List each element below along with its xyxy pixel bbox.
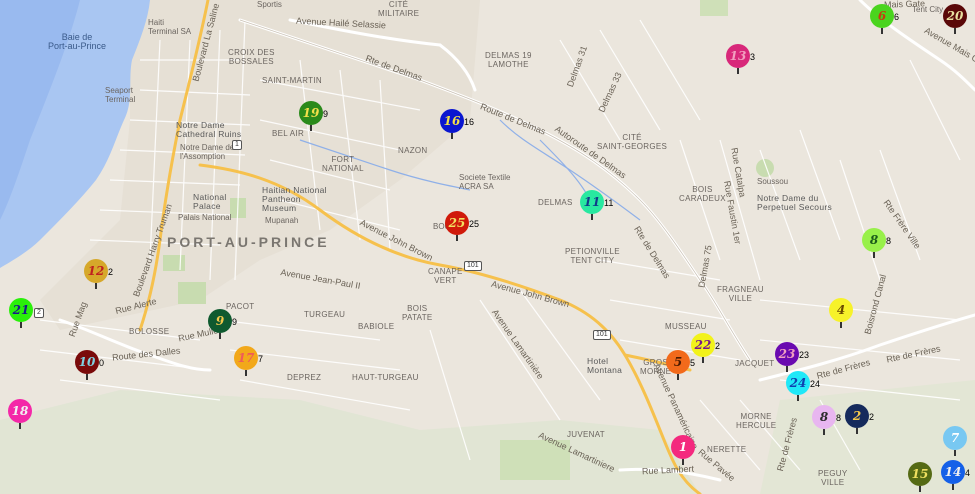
marker-count-label: 8 [836,413,842,423]
marker-count-label: 4 [965,468,971,478]
label-notre-dame-perp: Notre Dame du Perpetuel Secours [757,193,833,212]
label-pacot: PACOT [226,302,255,311]
marker-count-label: 25 [469,219,480,229]
label-canape-vert: CANAPE VERT [428,267,463,285]
map-marker-22[interactable]: 22 [691,333,715,363]
map-marker-9[interactable]: 9 [208,309,232,339]
map-marker-8[interactable]: 8 [862,228,886,258]
label-port-au-prince: PORT-AU-PRINCE [167,234,330,250]
map-marker-7[interactable]: 7 [943,426,967,456]
label-jacquet: JACQUET [735,359,775,368]
route-shield-2: 2 [34,308,44,318]
label-hotel-montana: Hotel Montana [587,356,623,375]
label-haiti-terminal: Haiti Terminal SA [148,18,192,36]
map-marker-25[interactable]: 25 [445,211,469,241]
map-marker-20[interactable]: 20 [943,4,967,34]
label-notre-dame-ass: Notre Dame de l'Assomption [180,143,235,161]
route-shield-101b: 101 [593,330,611,340]
label-musseau: MUSSEAU [665,322,707,331]
marker-count-label: 0 [99,358,105,368]
map-marker-2[interactable]: 2 [845,404,869,434]
route-shield-101a: 101 [464,261,482,271]
map-canvas[interactable]: Baie de Port-au-Prince Haiti Terminal SA S… [0,0,975,494]
label-peguy-ville: PEGUY VILLE [818,469,848,487]
label-cite-st-georges: CITÉ SAINT-GEORGES [597,133,668,151]
map-marker-11[interactable]: 11 [580,190,604,220]
marker-count-label: 5 [690,358,696,368]
map-marker-4[interactable]: 4 [829,298,853,328]
label-bois-caradeux: BOIS CARADEUX [679,185,726,203]
label-bolosse: BOLOSSE [129,327,170,336]
label-saint-martin: SAINT-MARTIN [262,76,322,85]
marker-count-label: 2 [869,412,875,422]
map-marker-6[interactable]: 6 [870,4,894,34]
label-juvenat: JUVENAT [567,430,605,439]
map-marker-13[interactable]: 13 [726,44,750,74]
marker-count-label: 23 [799,350,810,360]
marker-count-label: 6 [894,12,900,22]
map-marker-19[interactable]: 19 [299,101,323,131]
label-fragneau: FRAGNEAU VILLE [717,285,764,303]
label-nazon: NAZON [398,146,428,155]
label-mupanah: Mupanah [265,216,299,225]
label-deprez: DEPREZ [287,373,322,382]
label-notre-dame: Notre Dame Cathedral Ruins [176,120,242,139]
label-seaport: Seaport Terminal [105,86,136,104]
label-cite-militaire: CITÉ MILITAIRE [378,0,420,18]
map-marker-8[interactable]: 8 [812,405,836,435]
map-marker-10[interactable]: 10 [75,350,99,380]
label-nerette: NERETTE [707,445,747,454]
map-marker-1[interactable]: 1 [671,435,695,465]
label-morne-hercule: MORNE HERCULE [736,412,777,430]
marker-count-label: 3 [750,52,756,62]
route-shield-1: 1 [232,140,242,150]
map-marker-16[interactable]: 16 [440,109,464,139]
label-haut-turgeau: HAUT-TURGEAU [352,373,419,382]
marker-count-label: 2 [715,341,721,351]
label-sportis: Sportis [257,0,282,9]
map-marker-5[interactable]: 5 [666,350,690,380]
map-marker-12[interactable]: 12 [84,259,108,289]
label-pantheon: Haitian National Pantheon Museum [262,185,327,213]
map-marker-17[interactable]: 17 [234,346,258,376]
marker-count-label: 24 [810,379,821,389]
label-societe: Societe Textile ACRA SA [459,173,511,191]
map-marker-21[interactable]: 21 [9,298,33,328]
label-babiole: BABIOLE [358,322,395,331]
map-marker-18[interactable]: 18 [8,399,32,429]
label-palais-national: Palais National [178,213,232,222]
marker-count-label: 16 [464,117,475,127]
marker-count-label: 8 [886,236,892,246]
map-marker-23[interactable]: 23 [775,342,799,372]
label-petionville: PETIONVILLE TENT CITY [565,247,620,265]
label-turgeau: TURGEAU [304,310,346,319]
label-national-palace: National Palace [193,192,227,211]
label-bois-patate: BOIS PATATE [402,304,433,322]
marker-count-label: 2 [108,267,114,277]
label-bel-air: BEL AIR [272,129,305,138]
label-fort-national: FORT NATIONAL [322,155,364,173]
marker-count-label: 9 [232,317,238,327]
label-delmas-lamothe: DELMAS 19 LAMOTHE [485,51,532,69]
map-marker-15[interactable]: 15 [908,462,932,492]
map-marker-24[interactable]: 24 [786,371,810,401]
marker-count-label: 7 [258,354,264,364]
map-marker-14[interactable]: 14 [941,460,965,490]
label-soussou: Soussou [757,177,789,186]
marker-count-label: 9 [323,109,329,119]
label-delmas: DELMAS [538,198,573,207]
label-baie: Baie de Port-au-Prince [48,32,107,51]
label-croix-bossales: CROIX DES BOSSALES [228,48,275,66]
marker-count-label: 11 [604,198,614,208]
